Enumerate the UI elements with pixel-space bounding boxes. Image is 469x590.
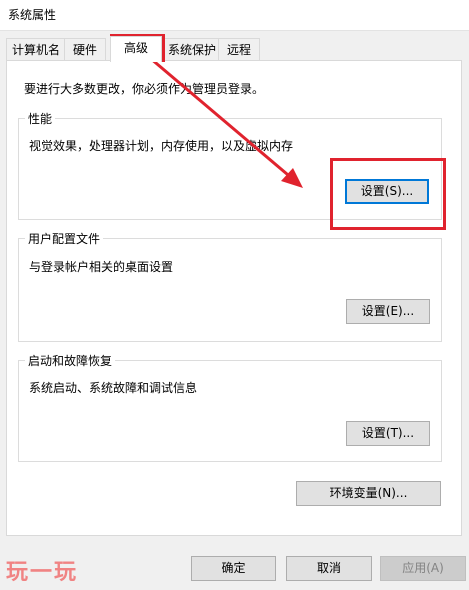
watermark-logo: 玩一玩 <box>6 560 79 585</box>
annotation-arrow <box>149 56 303 188</box>
tab-advanced[interactable]: 高级 <box>110 36 162 62</box>
arrow-shaft <box>149 56 295 182</box>
